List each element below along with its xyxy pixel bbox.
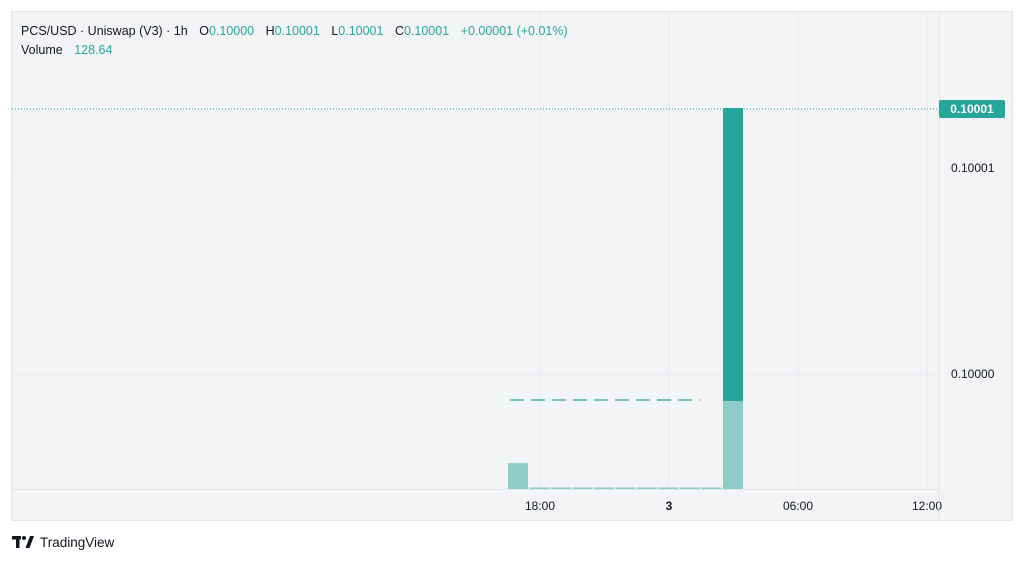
close-label: C: [394, 24, 404, 38]
volume-series: [508, 370, 743, 489]
volume-bar: [658, 487, 679, 489]
last-price-tag: 0.10001: [939, 100, 1005, 118]
volume-bar: [551, 487, 571, 489]
price-chart[interactable]: 0.10000 0.10001 18:00 3 06:00 12:00: [0, 0, 1024, 562]
chart-legend: PCS/USD · Uniswap (V3) · 1h O0.10000 H0.…: [21, 22, 568, 60]
brand-name: TradingView: [40, 534, 115, 550]
price-tick-label: 0.10001: [951, 161, 995, 175]
volume-bar: [701, 487, 722, 489]
tradingview-logo-icon: [12, 536, 34, 548]
symbol-title[interactable]: PCS/USD · Uniswap (V3) · 1h: [21, 24, 188, 38]
volume-bar: [680, 487, 700, 489]
time-tick-label: 3: [666, 499, 673, 513]
time-tick-label: 06:00: [783, 499, 813, 513]
volume-bar: [508, 463, 528, 489]
high-label: H: [265, 24, 275, 38]
overlay: [12, 108, 938, 401]
change-value: +0.00001 (+0.01%): [460, 24, 568, 38]
tradingview-brand[interactable]: TradingView: [12, 533, 114, 551]
price-tick-label: 0.10000: [951, 367, 995, 381]
ohlc-row: PCS/USD · Uniswap (V3) · 1h O0.10000 H0.…: [21, 22, 568, 41]
volume-row: Volume 128.64: [21, 41, 568, 60]
low-value: 0.10001: [338, 24, 384, 38]
volume-bar: [529, 487, 550, 489]
time-tick-label: 12:00: [912, 499, 942, 513]
volume-value: 128.64: [74, 43, 113, 57]
open-value: 0.10000: [208, 24, 255, 38]
volume-bar: [572, 487, 593, 489]
volume-bar: [594, 487, 614, 489]
volume-bar: [637, 487, 657, 489]
grid: [12, 12, 938, 489]
candle-series: [723, 108, 743, 401]
axes: 0.10000 0.10001 18:00 3 06:00 12:00: [12, 12, 995, 521]
volume-label[interactable]: Volume: [21, 43, 63, 57]
volume-bar: [615, 487, 636, 489]
high-value: 0.10001: [274, 24, 320, 38]
time-tick-label: 18:00: [525, 499, 555, 513]
open-label: O: [199, 24, 209, 38]
candle-body: [723, 108, 743, 401]
close-value: 0.10001: [403, 24, 450, 38]
